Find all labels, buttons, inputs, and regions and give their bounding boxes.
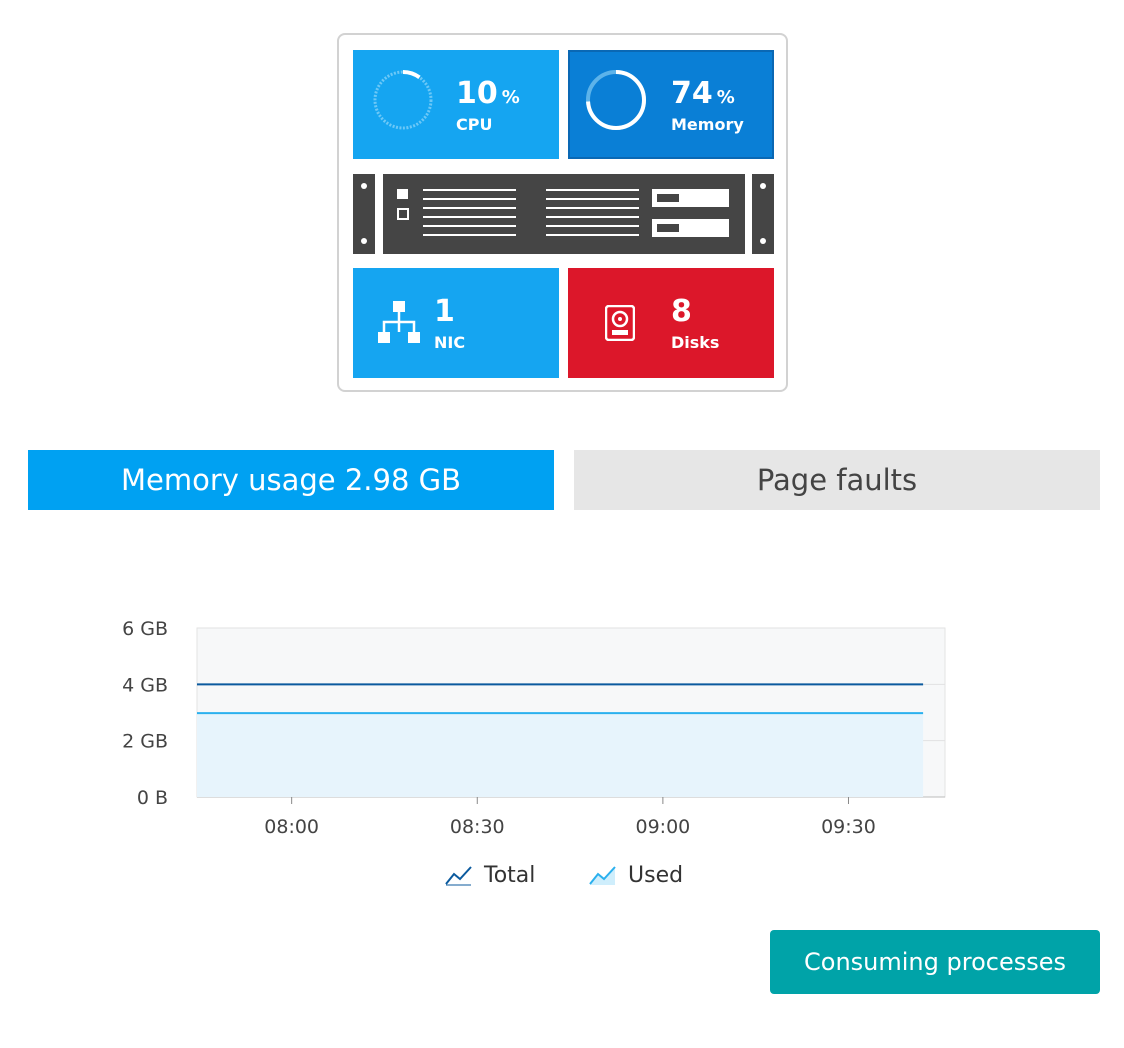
disk-icon [605,305,635,341]
memory-tile[interactable]: 74% Memory [568,50,774,159]
disks-label: Disks [671,333,720,352]
y-tick-label: 2 GB [122,731,168,753]
cpu-unit: % [501,87,520,108]
nic-label: NIC [434,333,466,352]
memory-ring-icon [586,70,646,130]
series-used-area [197,713,924,797]
area-chart-icon [589,866,616,885]
network-icon [378,301,420,343]
x-tick-label: 08:30 [450,816,505,838]
server-icon [353,174,774,254]
disks-value: 8 [671,294,692,329]
y-tick-label: 4 GB [122,674,168,696]
consuming-processes-button[interactable]: Consuming processes [770,930,1100,994]
cpu-value: 10% [456,76,520,111]
disks-tile[interactable]: 8 Disks [568,268,774,378]
x-tick-label: 09:30 [821,816,876,838]
x-tick-label: 09:00 [635,816,690,838]
nic-value: 1 [434,294,455,329]
legend-used[interactable]: Used [588,858,683,892]
line-chart-icon [445,866,472,886]
cpu-label: CPU [456,115,493,134]
y-tick-label: 6 GB [122,618,168,640]
nic-tile[interactable]: 1 NIC [353,268,559,378]
memory-unit: % [716,87,735,108]
memory-label: Memory [671,115,744,134]
legend-total-label: Total [484,862,536,888]
y-tick-label: 0 B [137,787,168,809]
cpu-tile[interactable]: 10% CPU [353,50,559,159]
tab-memory-usage[interactable]: Memory usage 2.98 GB [28,450,554,510]
legend-used-label: Used [628,862,684,888]
legend-total[interactable]: Total [444,858,535,892]
memory-usage-chart: 0 B 2 GB 4 GB 6 GB 08:00 08:30 09:00 09:30 [122,618,946,838]
cpu-ring-icon [373,70,433,130]
memory-value: 74% [671,76,735,111]
x-tick-label: 08:00 [264,816,319,838]
tab-page-faults[interactable]: Page faults [574,450,1100,510]
